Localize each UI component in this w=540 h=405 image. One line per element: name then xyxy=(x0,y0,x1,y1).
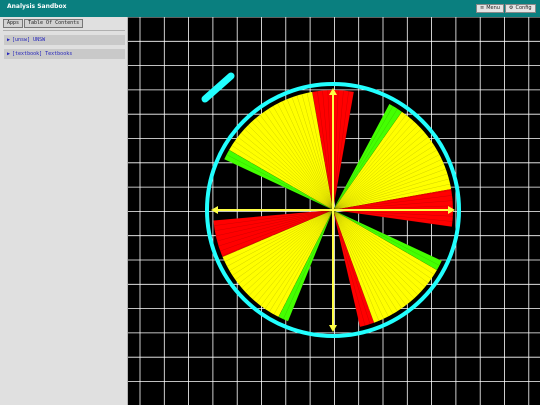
expand-arrow-icon: ▶ xyxy=(7,51,11,57)
config-button[interactable]: ⚙ Config xyxy=(505,4,536,13)
menu-button-label: Menu xyxy=(486,5,500,11)
pen-stroke[interactable] xyxy=(201,72,235,103)
sidebar: Apps Table Of Contents ▶ [unsw] UNSW ▶ [te… xyxy=(0,17,128,405)
title-bar: Analysis Sandbox ≡ Menu ⚙ Config xyxy=(0,0,540,17)
sidebar-divider xyxy=(3,30,125,31)
y-axis-arrow-down-icon xyxy=(329,325,337,332)
axes xyxy=(211,88,455,332)
menu-button[interactable]: ≡ Menu xyxy=(476,4,504,13)
menu-icon: ≡ xyxy=(480,5,485,11)
tab-apps[interactable]: Apps xyxy=(3,19,24,28)
sidebar-item-label: [unsw] UNSW xyxy=(12,37,46,43)
sidebar-item-label: [textbook] Textbooks xyxy=(12,51,73,57)
drawing-canvas[interactable] xyxy=(128,17,540,405)
canvas-svg[interactable] xyxy=(128,17,540,405)
config-button-label: Config xyxy=(515,5,532,11)
tab-table-of-contents[interactable]: Table Of Contents xyxy=(24,19,84,28)
config-icon: ⚙ xyxy=(509,5,514,11)
sidebar-item-unsw[interactable]: ▶ [unsw] UNSW xyxy=(4,35,125,45)
expand-arrow-icon: ▶ xyxy=(7,37,11,43)
app-title: Analysis Sandbox xyxy=(7,3,67,10)
sidebar-item-textbooks[interactable]: ▶ [textbook] Textbooks xyxy=(4,49,125,59)
x-axis-arrow-left-icon xyxy=(211,206,218,214)
